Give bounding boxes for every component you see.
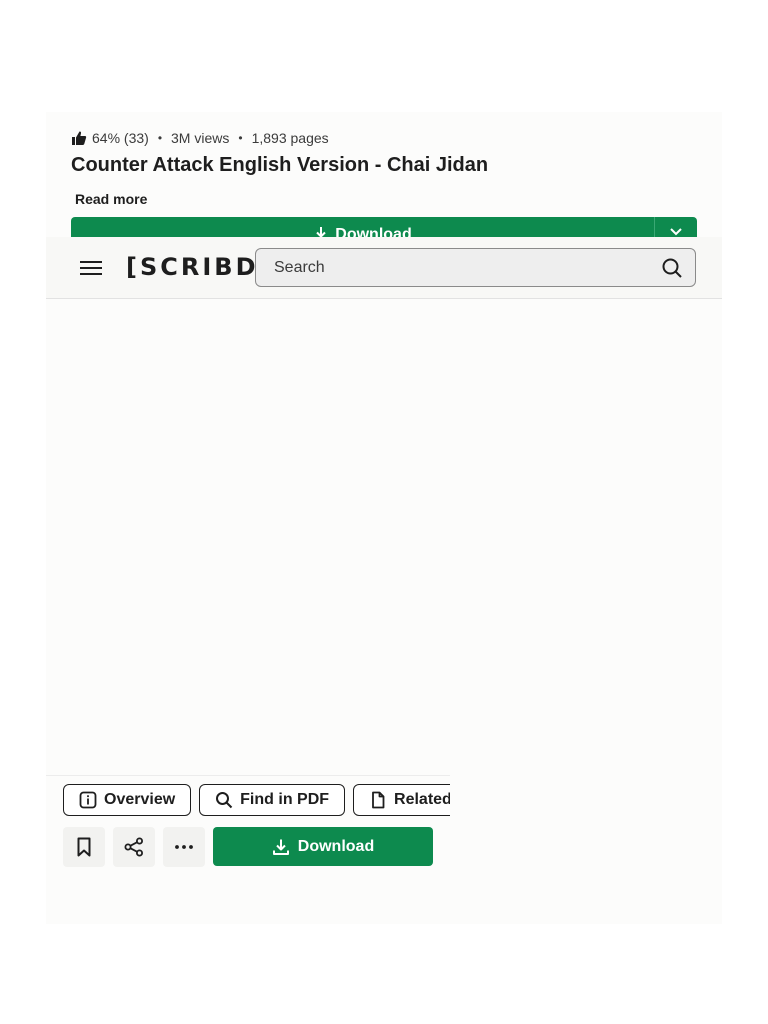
meta-separator: • bbox=[238, 131, 243, 145]
search-bar[interactable] bbox=[255, 248, 696, 287]
read-more-link[interactable]: Read more bbox=[75, 191, 147, 207]
menu-button[interactable] bbox=[78, 256, 104, 280]
find-in-pdf-label: Find in PDF bbox=[240, 791, 330, 808]
search-input[interactable] bbox=[272, 257, 661, 278]
more-dots-icon bbox=[175, 845, 193, 849]
views-count: 3M views bbox=[171, 130, 230, 146]
bookmark-icon bbox=[77, 837, 91, 857]
hamburger-menu-icon bbox=[80, 261, 102, 275]
find-in-pdf-button[interactable]: Find in PDF bbox=[199, 784, 346, 816]
download-button[interactable]: Download bbox=[213, 827, 433, 866]
meta-separator: • bbox=[157, 131, 163, 145]
overview-button[interactable]: Overview bbox=[63, 784, 192, 816]
document-meta: 64% (33) • 3M views • 1,893 pages bbox=[71, 128, 329, 148]
search-icon bbox=[216, 792, 233, 809]
share-icon bbox=[124, 837, 143, 857]
related-button[interactable]: Related bbox=[353, 784, 450, 816]
chevron-down-icon bbox=[670, 228, 682, 236]
rating-text: 64% (33) bbox=[92, 130, 149, 146]
thumbs-up-icon bbox=[72, 131, 87, 145]
share-button[interactable] bbox=[113, 827, 155, 867]
related-label: Related bbox=[394, 791, 450, 808]
search-icon[interactable] bbox=[661, 257, 683, 279]
save-button[interactable] bbox=[63, 827, 105, 867]
info-icon bbox=[79, 791, 97, 809]
more-options-button[interactable] bbox=[163, 827, 205, 867]
pages-count: 1,893 pages bbox=[251, 130, 329, 146]
document-title: Counter Attack English Version - Chai Ji… bbox=[71, 154, 489, 176]
document-toolbar: Overview Find in PDF Related Download bbox=[46, 775, 450, 924]
scribd-logo[interactable]: [SCRIBD] bbox=[126, 253, 272, 281]
site-header: [SCRIBD] bbox=[46, 237, 722, 299]
document-icon bbox=[372, 791, 385, 809]
download-icon bbox=[272, 839, 289, 855]
download-label: Download bbox=[297, 837, 375, 855]
overview-label: Overview bbox=[104, 791, 176, 808]
toolbar-tabs: Overview Find in PDF Related bbox=[63, 784, 450, 816]
toolbar-actions: Download bbox=[63, 827, 433, 867]
